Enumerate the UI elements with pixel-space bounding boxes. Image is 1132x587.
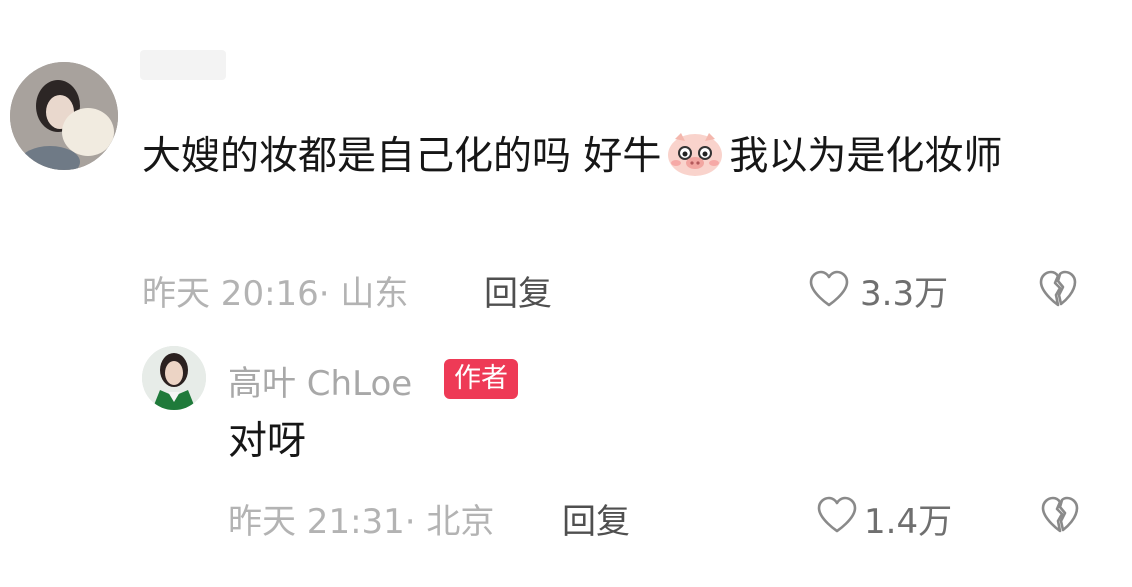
comment-text: 大嫂的妆都是自己化的吗 好牛 我以为是化妆师 <box>142 126 1102 188</box>
comment-text-part2: 我以为是化妆师 <box>729 134 1003 179</box>
comment-time-location: 昨天 20:16· 山东 <box>142 274 409 314</box>
reply-reply-button[interactable]: 回复 <box>562 494 630 543</box>
broken-heart-icon <box>1039 270 1077 307</box>
comment-reply-button[interactable]: 回复 <box>484 266 552 315</box>
pig-face-emoji <box>667 131 723 177</box>
commenter-username-placeholder[interactable] <box>140 50 226 80</box>
reply-dislike-button[interactable] <box>1040 496 1080 538</box>
heart-outline-icon <box>809 270 849 307</box>
reply-time-location: 昨天 21:31· 北京 <box>228 502 495 542</box>
commenter-avatar[interactable] <box>10 62 118 170</box>
reply-like-button[interactable] <box>816 496 858 538</box>
like-button[interactable] <box>808 270 850 312</box>
heart-outline-icon <box>817 496 857 533</box>
reply-like-count: 1.4万 <box>864 502 953 542</box>
author-name[interactable]: 高叶 ChLoe <box>228 356 412 405</box>
comment-text-part1: 大嫂的妆都是自己化的吗 好牛 <box>142 134 662 179</box>
broken-heart-icon <box>1041 496 1079 533</box>
author-badge: 作者 <box>444 359 518 399</box>
dislike-button[interactable] <box>1038 270 1078 312</box>
watermark-fade <box>880 540 1132 587</box>
reply-text: 对呀 <box>228 419 307 464</box>
author-avatar[interactable] <box>142 346 206 410</box>
like-count: 3.3万 <box>860 274 949 314</box>
